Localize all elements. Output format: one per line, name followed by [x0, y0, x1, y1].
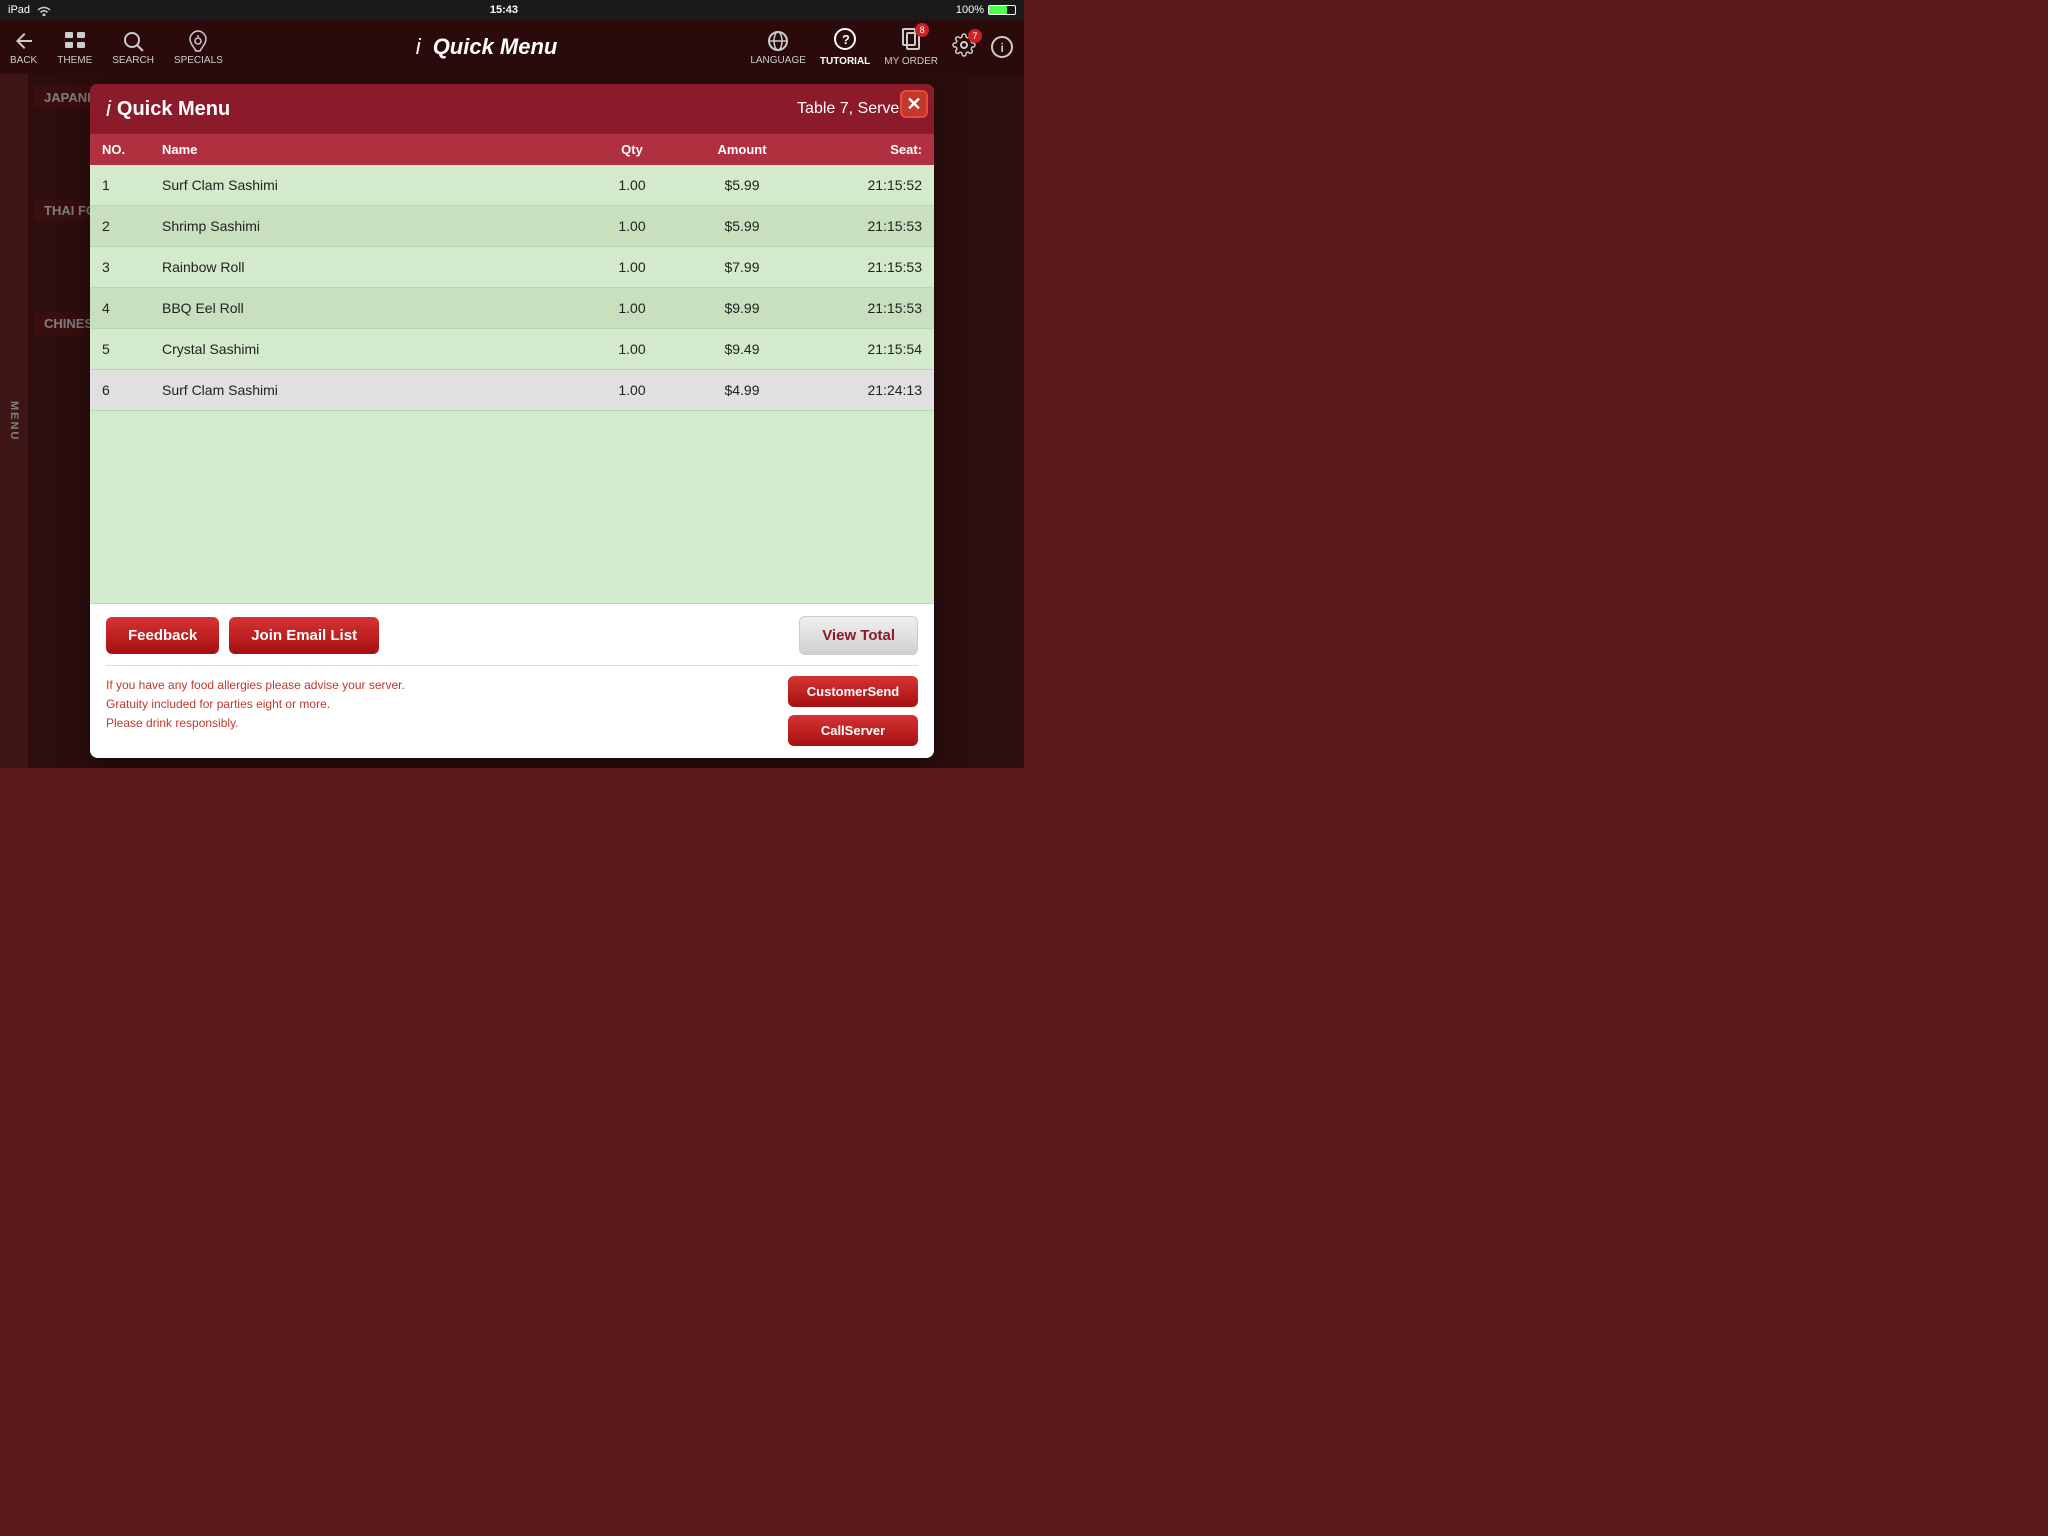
back-icon	[12, 29, 36, 53]
footer-inner-divider	[106, 665, 918, 666]
footer-bottom: If you have any food allergies please ad…	[106, 676, 918, 746]
ipad-label: iPad	[8, 4, 30, 16]
row6-seat: 21:24:13	[802, 382, 922, 398]
join-email-button[interactable]: Join Email List	[229, 617, 379, 654]
col-amount: Amount	[682, 142, 802, 157]
view-total-button[interactable]: View Total	[799, 616, 918, 655]
tutorial-button[interactable]: ? TUTORIAL	[820, 27, 870, 67]
row6-name: Surf Clam Sashimi	[162, 382, 582, 398]
wifi-icon	[36, 4, 52, 16]
row4-no: 4	[102, 300, 162, 316]
specials-icon	[186, 29, 210, 53]
modal-logo: i Quick Menu	[106, 96, 230, 122]
status-bar: iPad 15:43 100%	[0, 0, 1024, 20]
nav-left: BACK THEME SEARCH	[10, 29, 223, 66]
table-row: 2 Shrimp Sashimi 1.00 $5.99 21:15:53	[90, 206, 934, 247]
back-button[interactable]: BACK	[10, 29, 37, 66]
modal-footer: Feedback Join Email List View Total If y…	[90, 604, 934, 758]
battery-pct-label: 100%	[956, 4, 984, 16]
info-icon: i	[990, 35, 1014, 59]
settings-button[interactable]: 7	[952, 33, 976, 62]
my-order-badge: 8	[915, 23, 929, 37]
settings-icon-wrap: 7	[952, 33, 976, 60]
close-button[interactable]: ✕	[900, 90, 928, 118]
row3-no: 3	[102, 259, 162, 275]
row6-amount: $4.99	[682, 382, 802, 398]
row2-no: 2	[102, 218, 162, 234]
svg-text:i: i	[1001, 41, 1004, 55]
row2-qty: 1.00	[582, 218, 682, 234]
row1-no: 1	[102, 177, 162, 193]
order-table-body: 1 Surf Clam Sashimi 1.00 $5.99 21:15:52 …	[90, 165, 934, 603]
table-row: 4 BBQ Eel Roll 1.00 $9.99 21:15:53	[90, 288, 934, 329]
logo-text: Quick Menu	[117, 98, 230, 121]
info-button[interactable]: i	[990, 35, 1014, 59]
row5-seat: 21:15:54	[802, 341, 922, 357]
row2-amount: $5.99	[682, 218, 802, 234]
row4-seat: 21:15:53	[802, 300, 922, 316]
status-left: iPad	[8, 4, 52, 16]
row2-seat: 21:15:53	[802, 218, 922, 234]
status-right: 100%	[956, 4, 1016, 16]
table-row: 3 Rainbow Roll 1.00 $7.99 21:15:53	[90, 247, 934, 288]
footer-action-buttons: CustomerSend CallServer	[788, 676, 918, 746]
logo-i-mark: i	[106, 96, 111, 122]
i-mark: i	[416, 34, 421, 60]
nav-right: LANGUAGE ? TUTORIAL 8 MY ORDER	[750, 27, 1014, 67]
my-order-icon-wrap: 8	[899, 27, 923, 54]
row1-seat: 21:15:52	[802, 177, 922, 193]
row5-qty: 1.00	[582, 341, 682, 357]
tutorial-icon: ?	[833, 27, 857, 51]
my-order-button[interactable]: 8 MY ORDER	[884, 27, 938, 67]
row2-name: Shrimp Sashimi	[162, 218, 582, 234]
language-button[interactable]: LANGUAGE	[750, 29, 806, 66]
order-modal: ✕ i Quick Menu Table 7, Server:1 NO. Nam…	[90, 84, 934, 758]
settings-badge: 7	[968, 29, 982, 43]
language-icon	[766, 29, 790, 53]
table-row: 5 Crystal Sashimi 1.00 $9.49 21:15:54	[90, 329, 934, 370]
row5-amount: $9.49	[682, 341, 802, 357]
footer-buttons: Feedback Join Email List View Total	[106, 616, 918, 655]
feedback-button[interactable]: Feedback	[106, 617, 219, 654]
row1-name: Surf Clam Sashimi	[162, 177, 582, 193]
search-button[interactable]: SEARCH	[112, 29, 154, 66]
row3-amount: $7.99	[682, 259, 802, 275]
call-server-button[interactable]: CallServer	[788, 715, 918, 746]
row6-qty: 1.00	[582, 382, 682, 398]
row4-name: BBQ Eel Roll	[162, 300, 582, 316]
row3-qty: 1.00	[582, 259, 682, 275]
tutorial-icon-wrap: ?	[833, 27, 857, 54]
table-header: NO. Name Qty Amount Seat:	[90, 134, 934, 165]
app-logo: i Quick Menu	[416, 34, 558, 60]
row6-no: 6	[102, 382, 162, 398]
svg-text:?: ?	[842, 32, 850, 47]
theme-button[interactable]: THEME	[57, 29, 92, 66]
row4-amount: $9.99	[682, 300, 802, 316]
row3-name: Rainbow Roll	[162, 259, 582, 275]
search-icon	[121, 29, 145, 53]
table-row: 6 Surf Clam Sashimi 1.00 $4.99 21:24:13	[90, 370, 934, 411]
status-time: 15:43	[490, 4, 518, 16]
col-no: NO.	[102, 142, 162, 157]
table-row: 1 Surf Clam Sashimi 1.00 $5.99 21:15:52	[90, 165, 934, 206]
main-background: MENU JAPANESE FOOD THAI FOO... CHINESE..…	[0, 74, 1024, 768]
app-title: Quick Menu	[433, 34, 558, 60]
col-name: Name	[162, 142, 582, 157]
row5-name: Crystal Sashimi	[162, 341, 582, 357]
row1-qty: 1.00	[582, 177, 682, 193]
col-qty: Qty	[582, 142, 682, 157]
battery-icon	[988, 5, 1016, 15]
row5-no: 5	[102, 341, 162, 357]
specials-button[interactable]: SPECIALS	[174, 29, 223, 66]
allergy-notice: If you have any food allergies please ad…	[106, 676, 405, 734]
col-seat: Seat:	[802, 142, 922, 157]
row4-qty: 1.00	[582, 300, 682, 316]
modal-header: i Quick Menu Table 7, Server:1	[90, 84, 934, 134]
theme-icon	[63, 29, 87, 53]
row1-amount: $5.99	[682, 177, 802, 193]
row3-seat: 21:15:53	[802, 259, 922, 275]
nav-bar: BACK THEME SEARCH	[0, 20, 1024, 74]
customer-send-button[interactable]: CustomerSend	[788, 676, 918, 707]
